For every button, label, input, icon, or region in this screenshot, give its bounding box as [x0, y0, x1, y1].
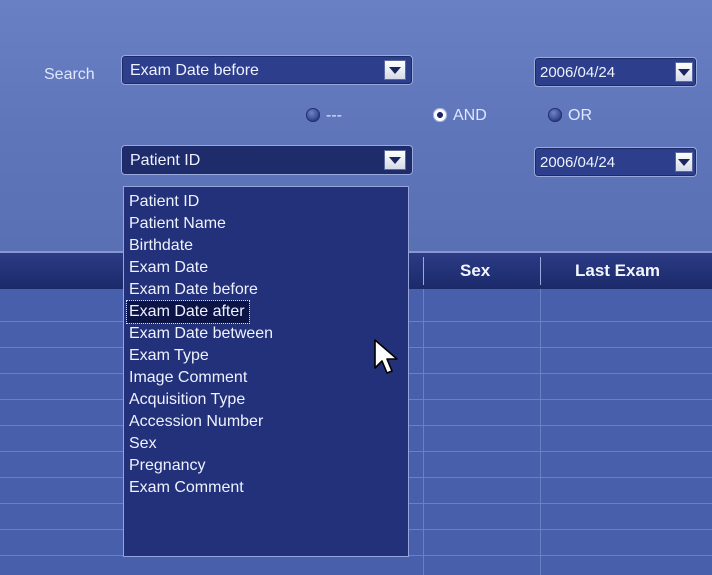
date-1-select[interactable]: 2006/04/24	[534, 57, 697, 87]
column-header-last-exam[interactable]: Last Exam	[575, 257, 660, 285]
chevron-down-icon[interactable]	[675, 62, 693, 82]
column-divider	[423, 257, 424, 285]
radio-selected-icon	[433, 108, 447, 122]
dropdown-option[interactable]: Patient ID	[129, 191, 199, 213]
radio-or[interactable]: OR	[548, 107, 592, 127]
radio-none-label: ---	[326, 107, 342, 124]
dropdown-option[interactable]: Image Comment	[129, 367, 247, 389]
column-divider	[423, 289, 424, 575]
dropdown-option[interactable]: Pregnancy	[129, 455, 206, 477]
chevron-down-icon[interactable]	[675, 152, 693, 172]
search-label: Search	[44, 66, 95, 83]
date-1-value: 2006/04/24	[540, 64, 616, 81]
dropdown-option[interactable]: Exam Type	[129, 345, 209, 367]
dropdown-option[interactable]: Exam Date between	[129, 323, 273, 345]
dropdown-option[interactable]: Birthdate	[129, 235, 193, 257]
dropdown-option[interactable]: Exam Date	[129, 257, 208, 279]
field-dropdown-list[interactable]: Patient ID Patient Name Birthdate Exam D…	[123, 186, 409, 557]
radio-and-label: AND	[453, 107, 487, 124]
radio-or-icon	[548, 108, 562, 122]
radio-none[interactable]: ---	[306, 107, 342, 127]
pointer-arrow-icon	[374, 339, 398, 374]
search-field-2-value: Patient ID	[130, 152, 201, 169]
column-divider	[540, 257, 541, 285]
dropdown-option[interactable]: Accession Number	[129, 411, 263, 433]
radio-and[interactable]: AND	[433, 107, 487, 127]
dropdown-option[interactable]: Patient Name	[129, 213, 226, 235]
dropdown-option[interactable]: Exam Comment	[129, 477, 244, 499]
chevron-down-icon[interactable]	[384, 60, 406, 80]
search-field-1-value: Exam Date before	[130, 62, 259, 79]
dropdown-option-highlighted[interactable]: Exam Date after	[126, 300, 250, 324]
radio-or-label: OR	[568, 107, 592, 124]
date-2-value: 2006/04/24	[540, 154, 616, 171]
dropdown-option[interactable]: Acquisition Type	[129, 389, 245, 411]
date-2-select[interactable]: 2006/04/24	[534, 147, 697, 177]
search-field-2-select[interactable]: Patient ID	[121, 145, 413, 175]
dropdown-option[interactable]: Exam Date before	[129, 279, 258, 301]
column-header-sex[interactable]: Sex	[460, 257, 490, 285]
radio-none-icon	[306, 108, 320, 122]
column-divider	[540, 289, 541, 575]
chevron-down-icon[interactable]	[384, 150, 406, 170]
dropdown-option[interactable]: Sex	[129, 433, 157, 455]
search-field-1-select[interactable]: Exam Date before	[121, 55, 413, 85]
